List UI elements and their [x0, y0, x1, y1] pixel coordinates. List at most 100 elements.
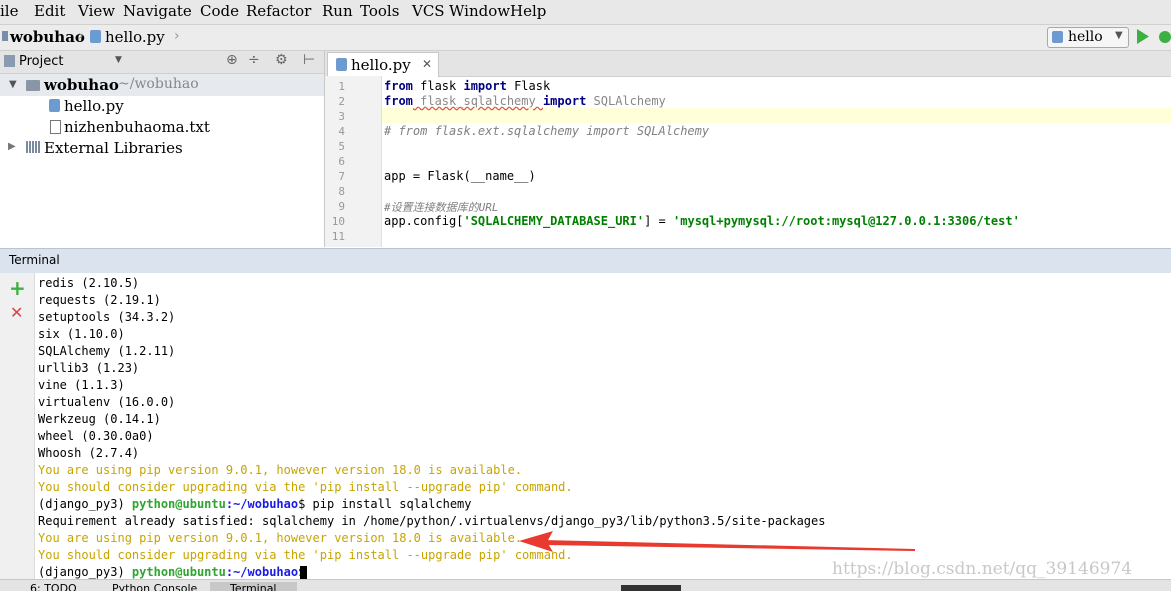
terminal-warning-line: You should consider upgrading via the 'p…: [38, 480, 573, 494]
navigation-bar: wobuhao › hello.py › hello ▼: [0, 25, 1171, 51]
folder-icon: [26, 80, 40, 91]
code-name: SQLAlchemy: [586, 94, 666, 108]
terminal-line: setuptools (34.3.2): [38, 310, 176, 324]
code-keyword: from: [384, 79, 413, 93]
python-file-icon: [336, 58, 347, 71]
code-text: ] =: [644, 214, 674, 228]
menu-file[interactable]: ile: [0, 2, 18, 20]
terminal-line: vine (1.1.3): [38, 378, 125, 392]
library-icon: [26, 141, 40, 153]
python-icon: [1052, 31, 1063, 43]
terminal-command: pip install sqlalchemy: [312, 497, 472, 511]
python-file-icon: [49, 99, 60, 112]
prompt-env: (django_py3): [38, 565, 132, 579]
terminal-line: six (1.10.0): [38, 327, 125, 341]
menu-help[interactable]: Help: [510, 2, 546, 20]
menu-view[interactable]: View: [78, 2, 115, 20]
terminal-line: wheel (0.30.0a0): [38, 429, 154, 443]
menu-edit[interactable]: Edit: [34, 2, 65, 20]
tree-external-libraries[interactable]: External Libraries: [44, 139, 183, 157]
terminal-line: urllib3 (1.23): [38, 361, 140, 375]
project-panel: Project ▼ ⊕ ÷ ⚙ ⊢ ▼ wobuhao ~/wobuhao he…: [0, 51, 325, 247]
tree-file-hello-py[interactable]: hello.py: [64, 97, 124, 115]
close-icon[interactable]: ✕: [422, 57, 432, 71]
chevron-down-icon[interactable]: ▼: [9, 79, 17, 90]
terminal-title: Terminal: [9, 253, 60, 267]
menu-navigate[interactable]: Navigate: [123, 2, 192, 20]
code-string: 'SQLALCHEMY_DATABASE_URI': [463, 214, 645, 228]
editor-tab-bar: hello.py ✕: [325, 51, 1171, 77]
code-line-2: from flask_sqlalchemy import SQLAlchemy: [384, 94, 666, 108]
bottom-tool-bar: 6: TODO Python Console Terminal: [0, 579, 1171, 591]
python-file-icon: [90, 30, 101, 43]
terminal-line: Whoosh (2.7.4): [38, 446, 140, 460]
terminal-line: Werkzeug (0.14.1): [38, 412, 161, 426]
terminal-line: redis (2.10.5): [38, 276, 140, 290]
code-text: app.config[: [384, 214, 464, 228]
menu-code[interactable]: Code: [200, 2, 239, 20]
project-panel-header: Project ▼ ⊕ ÷ ⚙ ⊢: [0, 51, 324, 74]
prompt-env: (django_py3): [38, 497, 132, 511]
gear-icon[interactable]: ⚙: [275, 52, 288, 68]
annotation-arrow: [519, 531, 915, 552]
breadcrumb-separator: ›: [78, 28, 84, 44]
terminal-line: virtualenv (16.0.0): [38, 395, 176, 409]
terminal-warning-line: You are using pip version 9.0.1, however…: [38, 463, 523, 477]
breadcrumb-project[interactable]: wobuhao: [10, 28, 85, 46]
terminal-prompt-line: (django_py3) python@ubuntu:~/wobuhao$: [38, 565, 313, 580]
editor-tab-label: hello.py: [351, 56, 411, 74]
menu-refactor[interactable]: Refactor: [246, 2, 311, 20]
close-session-icon[interactable]: ✕: [10, 303, 23, 322]
code-line-4: # from flask.ext.sqlalchemy import SQLAl…: [384, 124, 710, 138]
code-area[interactable]: from flask import Flask from flask_sqlal…: [325, 76, 1171, 247]
chevron-down-icon: ▼: [1115, 30, 1123, 41]
terminal-header: Terminal: [0, 248, 1171, 274]
breadcrumb-file[interactable]: hello.py: [105, 28, 165, 46]
code-keyword: import: [463, 79, 507, 93]
code-line-7: app = Flask(__name__): [384, 169, 536, 183]
code-keyword: import: [542, 94, 587, 108]
project-panel-title[interactable]: Project: [19, 54, 63, 69]
terminal-warning-line: You should consider upgrading via the 'p…: [38, 548, 573, 562]
project-root-path: ~/wobuhao: [118, 76, 199, 92]
debug-icon[interactable]: [1158, 28, 1171, 45]
menu-bar: ile Edit View Navigate Code Refactor Run…: [0, 0, 1171, 25]
prompt-path: :~/wobuhao: [225, 497, 299, 511]
terminal-toolbar: + ✕: [0, 273, 35, 579]
chevron-right-icon[interactable]: ▶: [8, 141, 16, 152]
add-session-icon[interactable]: +: [9, 276, 26, 300]
editor-tab-hello-py[interactable]: hello.py ✕: [327, 52, 439, 77]
code-line-1: from flask import Flask: [384, 79, 550, 93]
prompt-dollar: $: [298, 497, 313, 511]
terminal-line: requests (2.19.1): [38, 293, 161, 307]
terminal-prompt-line: (django_py3) python@ubuntu:~/wobuhao$ pi…: [38, 497, 472, 511]
target-icon[interactable]: ⊕: [226, 52, 238, 68]
code-line-9: #设置连接数据库的URL: [384, 201, 499, 214]
watermark: https://blog.csdn.net/qq_39146974: [832, 559, 1133, 579]
hide-panel-icon[interactable]: ⊢: [303, 52, 315, 68]
tree-file-txt[interactable]: nizhenbuhaoma.txt: [64, 118, 210, 136]
folder-icon: [2, 31, 8, 41]
code-name: Flask: [506, 79, 551, 93]
breadcrumb-separator: ›: [174, 28, 180, 44]
run-icon[interactable]: [1136, 28, 1150, 45]
terminal-line: Requirement already satisfied: sqlalchem…: [38, 514, 826, 528]
terminal-cursor: [300, 566, 307, 580]
status-indicator: [621, 585, 681, 591]
prompt-user: python@ubuntu: [131, 565, 226, 579]
code-module: flask: [412, 79, 464, 93]
run-config-dropdown[interactable]: hello ▼: [1047, 27, 1129, 48]
chevron-down-icon[interactable]: ▼: [115, 55, 122, 65]
collapse-icon[interactable]: ÷: [248, 52, 260, 68]
menu-window[interactable]: Window: [449, 2, 510, 20]
prompt-user: python@ubuntu: [131, 497, 226, 511]
prompt-path: :~/wobuhao: [225, 565, 299, 579]
code-keyword: from: [384, 94, 413, 108]
terminal-line: SQLAlchemy (1.2.11): [38, 344, 176, 358]
menu-vcs[interactable]: VCS: [412, 2, 445, 20]
project-root-name[interactable]: wobuhao: [44, 76, 119, 94]
menu-run[interactable]: Run: [322, 2, 353, 20]
run-config-label: hello: [1068, 29, 1103, 45]
menu-tools[interactable]: Tools: [360, 2, 399, 20]
editor-area: hello.py ✕ 1 2 3 4 5 6 7 8 9 10 11 from …: [325, 51, 1171, 247]
